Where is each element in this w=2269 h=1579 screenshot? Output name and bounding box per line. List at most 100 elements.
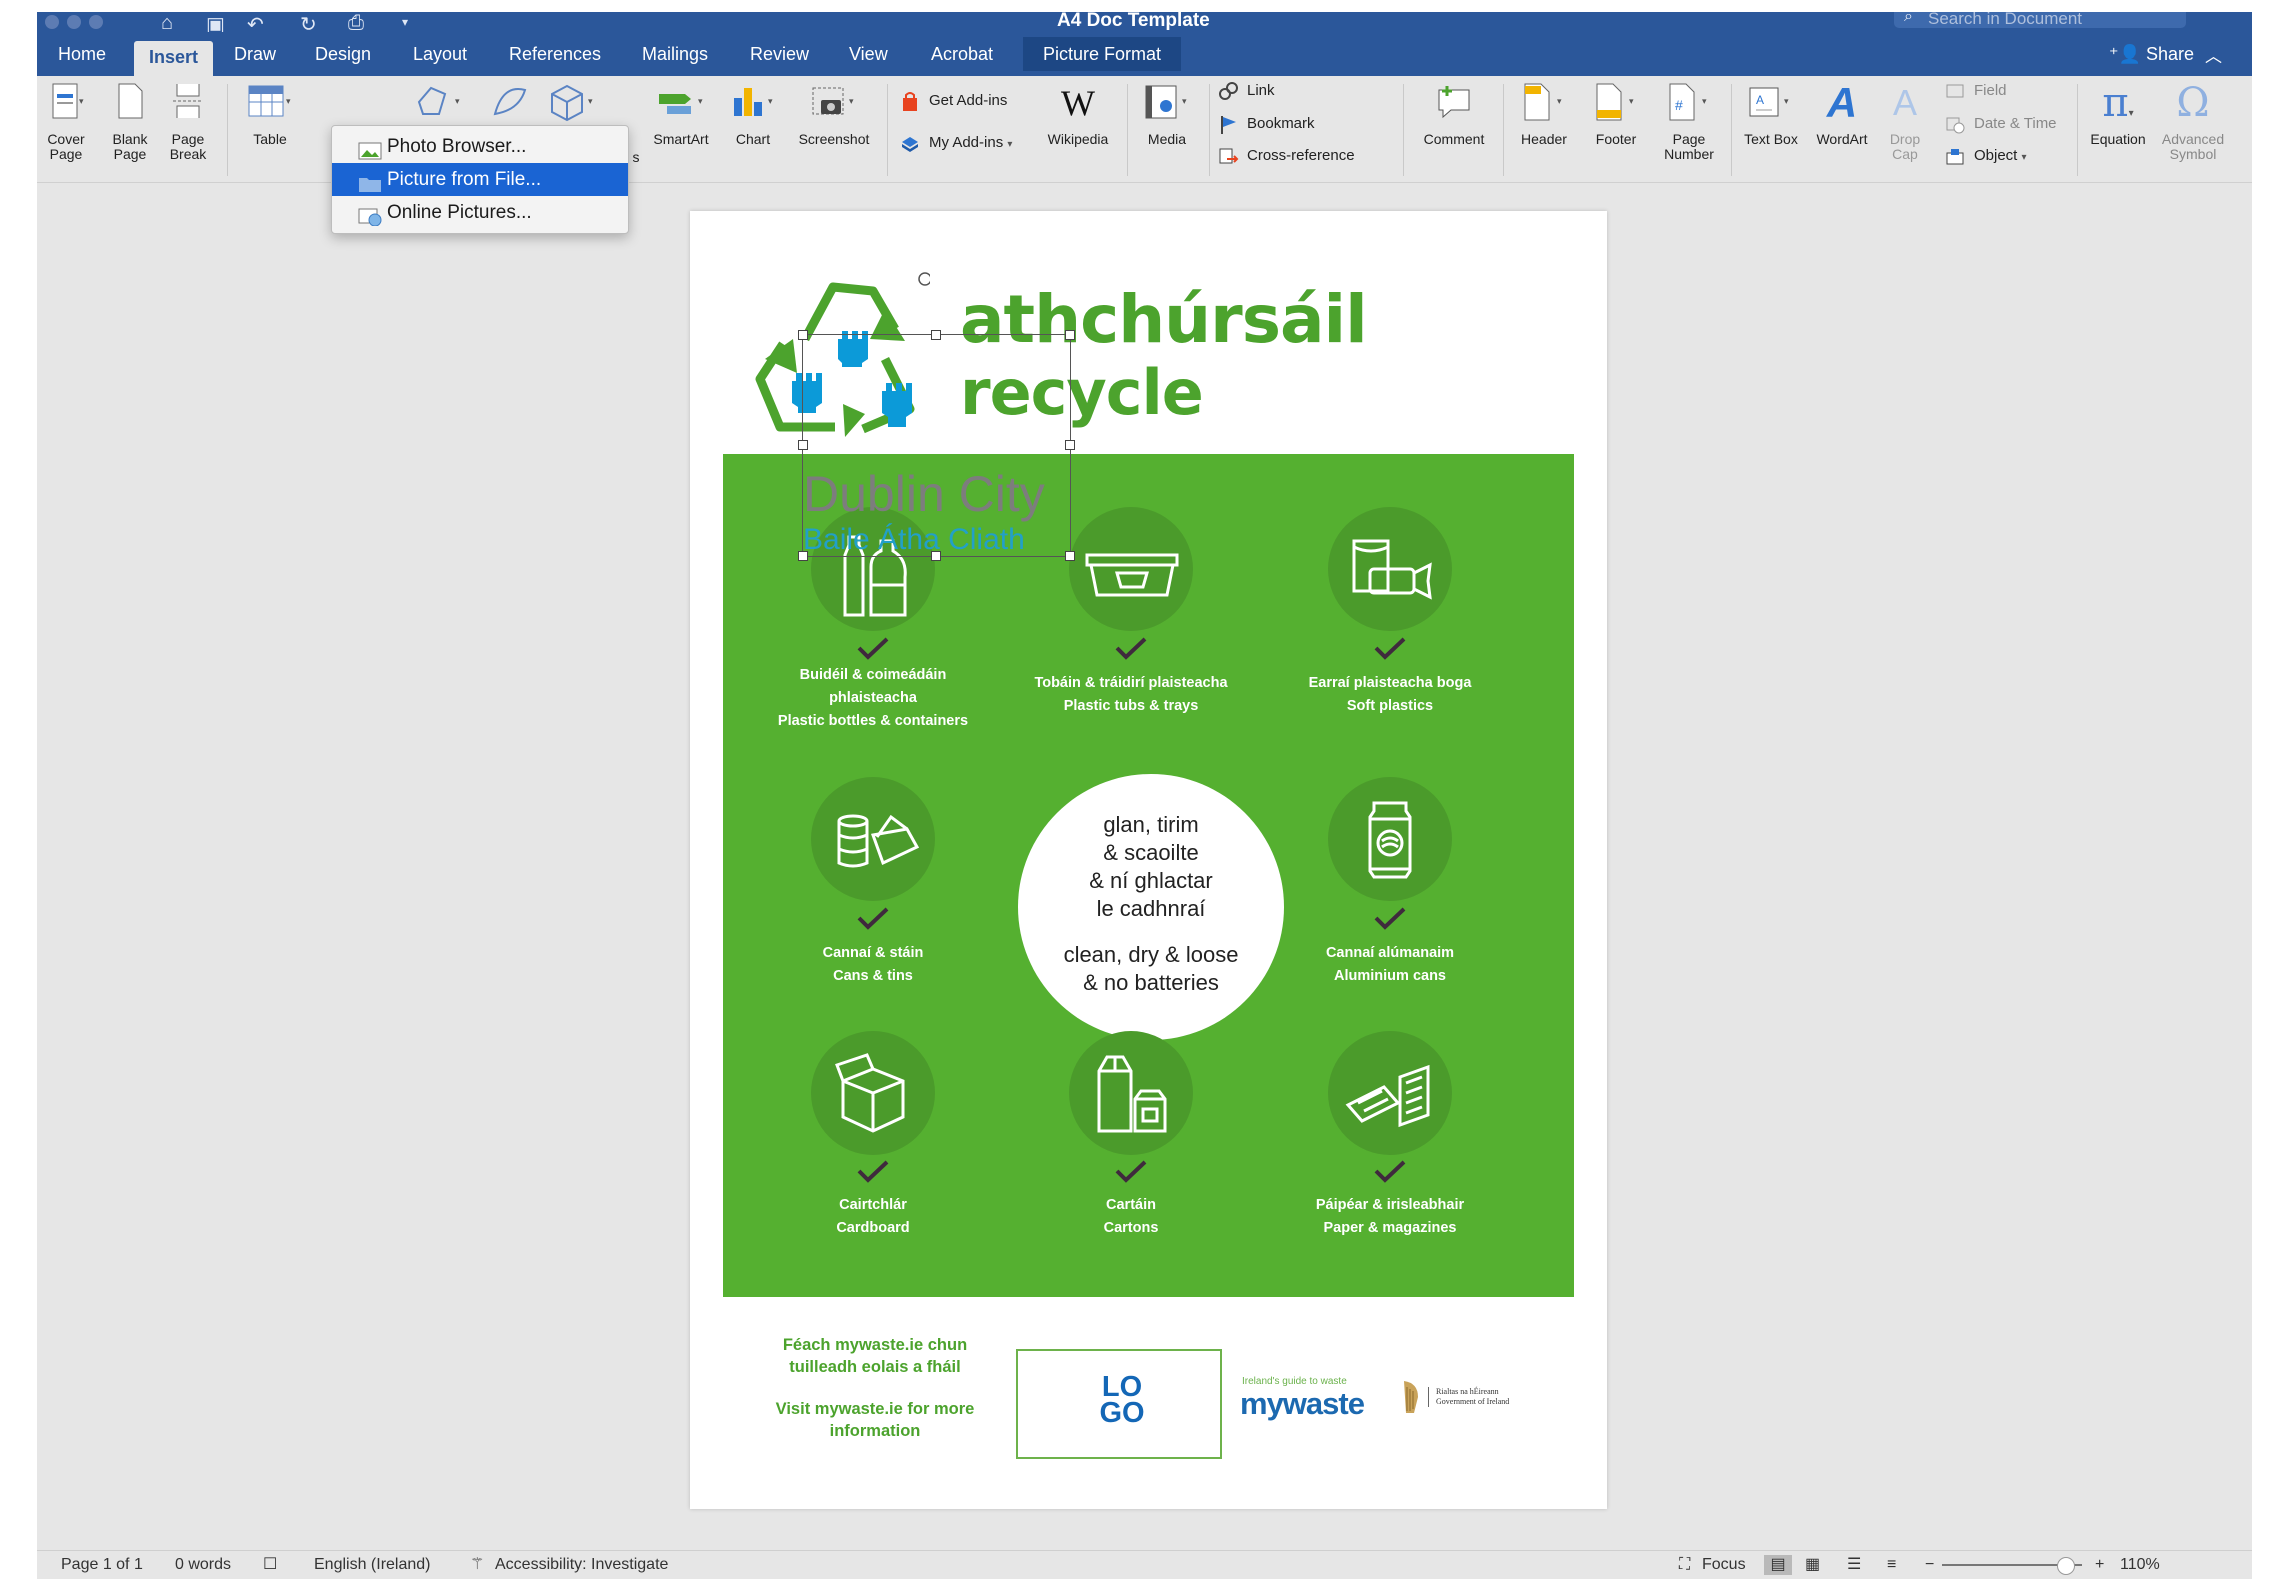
equation-button[interactable]: π▾ Equation (2081, 80, 2155, 147)
outline-view-icon[interactable]: ☰ (1847, 1551, 1861, 1579)
tab-design[interactable]: Design (300, 37, 386, 71)
page-number-button[interactable]: # ▾ Page Number (1655, 80, 1723, 162)
menu-item-picture-from-file[interactable]: Picture from File... (332, 163, 628, 196)
minimize-window-button[interactable] (67, 15, 81, 29)
comment-button[interactable]: Comment (1412, 80, 1496, 147)
svg-text:#: # (1675, 97, 1683, 113)
drop-cap-button[interactable]: A Drop Cap (1881, 80, 1929, 162)
selected-textbox[interactable] (798, 330, 1075, 561)
blank-page-button[interactable]: Blank Page (107, 80, 153, 162)
category-circle (1069, 507, 1193, 631)
word-count[interactable]: 0 words (175, 1551, 231, 1579)
category-circle (1328, 507, 1452, 631)
zoom-in-button[interactable]: + (2095, 1551, 2104, 1579)
cover-page-button[interactable]: ▾ Cover Page (43, 80, 89, 162)
ribbon-separator (1209, 84, 1210, 176)
chart-button[interactable]: ▾ Chart (725, 80, 781, 147)
tab-acrobat[interactable]: Acrobat (916, 37, 1008, 71)
wordart-button[interactable]: A WordArt (1809, 80, 1875, 147)
wikipedia-button[interactable]: W Wikipedia (1041, 80, 1115, 147)
table-icon: ▾ (245, 80, 295, 126)
draft-view-icon[interactable]: ≡ (1887, 1551, 1896, 1579)
field-button[interactable]: Field (1944, 78, 2007, 104)
footer-info: Féach mywaste.ie chun tuilleadh eolais a… (760, 1334, 990, 1442)
tab-draw[interactable]: Draw (219, 37, 291, 71)
header-button[interactable]: ▾ Header (1511, 80, 1577, 147)
tab-insert[interactable]: Insert (134, 41, 214, 76)
screenshot-label: Screenshot (798, 131, 870, 147)
page-number-label: Page Number (1664, 131, 1714, 162)
tab-layout[interactable]: Layout (398, 37, 482, 71)
title-bar: ⌂ ▣ ↶ ↻ ⎙ ▾ A4 Doc Template ⌕ Search in … (37, 12, 2252, 36)
resize-handle[interactable] (1065, 551, 1075, 561)
tab-mailings[interactable]: Mailings (627, 37, 723, 71)
proofing-icon[interactable]: ☐ (263, 1551, 277, 1579)
footer-button[interactable]: ▾ Footer (1583, 80, 1649, 147)
table-button[interactable]: ▾ Table (240, 80, 300, 147)
svg-text:A: A (1756, 93, 1764, 107)
resize-handle[interactable] (798, 551, 808, 561)
tab-references[interactable]: References (494, 37, 616, 71)
accessibility-status[interactable]: Accessibility: Investigate (495, 1551, 668, 1579)
zoom-level[interactable]: 110% (2120, 1551, 2160, 1579)
document-page[interactable]: athchúrsáil recycle Buidéil & coimeádáin… (690, 211, 1607, 1509)
footer-info-english: Visit mywaste.ie for more information (775, 1400, 975, 1440)
tab-view[interactable]: View (834, 37, 903, 71)
object-button[interactable]: Object ▾ (1944, 143, 2027, 169)
zoom-slider-thumb[interactable] (2057, 1557, 2075, 1575)
category-label-irish: Cartáin (1106, 1197, 1156, 1213)
search-input[interactable]: ⌕ Search in Document (1894, 12, 2186, 28)
bookmark-button[interactable]: Bookmark (1217, 111, 1315, 137)
category-label-irish: Cannaí alúmanaim (1325, 945, 1455, 961)
category-circle (1328, 1031, 1452, 1155)
advanced-symbol-button[interactable]: Ω Advanced Symbol (2155, 80, 2231, 162)
focus-button[interactable]: Focus (1702, 1551, 1746, 1579)
drop-cap-icon: A (1892, 82, 1917, 123)
folder-icon (358, 171, 382, 192)
ribbon-separator (1127, 84, 1128, 176)
photo-browser-label: Photo Browser... (387, 136, 527, 157)
smartart-button[interactable]: ▾ SmartArt (645, 80, 717, 147)
zoom-window-button[interactable] (89, 15, 103, 29)
cross-reference-button[interactable]: Cross-reference (1217, 143, 1355, 169)
tab-review[interactable]: Review (735, 37, 824, 71)
language[interactable]: English (Ireland) (314, 1551, 431, 1579)
category-label: Tobáin & tráidirí plaisteacha Plastic tu… (1001, 672, 1261, 718)
focus-icon: ⛶ (1679, 1556, 1691, 1573)
soft-plastics-icon (1352, 539, 1432, 600)
collapse-ribbon-icon[interactable]: ︿ (2205, 42, 2222, 67)
resize-handle[interactable] (1065, 440, 1075, 450)
media-button[interactable]: ▾ Media (1137, 80, 1197, 147)
customize-toolbar-icon[interactable]: ▾ (402, 15, 408, 29)
resize-handle[interactable] (931, 551, 941, 561)
zoom-out-button[interactable]: − (1925, 1551, 1934, 1579)
screenshot-button[interactable]: ▾ Screenshot (791, 80, 877, 147)
tab-home[interactable]: Home (43, 37, 121, 71)
page-count[interactable]: Page 1 of 1 (61, 1551, 143, 1579)
cans-icon (837, 814, 920, 868)
resize-handle[interactable] (931, 330, 941, 340)
chart-icon: ▾ (726, 80, 780, 126)
resize-handle[interactable] (798, 440, 808, 450)
menu-item-online-pictures[interactable]: Online Pictures... (332, 196, 628, 229)
page-break-button[interactable]: Page Break (165, 80, 211, 162)
close-window-button[interactable] (45, 15, 59, 29)
menu-item-photo-browser[interactable]: Photo Browser... (332, 130, 628, 163)
print-layout-view-icon[interactable]: ▤ (1764, 1555, 1792, 1575)
wikipedia-label: Wikipedia (1047, 131, 1109, 147)
logo-placeholder-box[interactable]: LO GO (1016, 1349, 1222, 1459)
get-addins-button[interactable]: Get Add-ins (899, 88, 1007, 114)
text-box-button[interactable]: A ▾ Text Box (1738, 80, 1804, 147)
blank-page-icon (111, 80, 149, 126)
wikipedia-icon: W (1061, 83, 1095, 123)
web-layout-view-icon[interactable]: ▦ (1805, 1551, 1820, 1579)
wordart-icon: A (1826, 79, 1858, 126)
tab-picture-format[interactable]: Picture Format (1023, 37, 1182, 71)
link-button[interactable]: Link (1217, 78, 1275, 104)
resize-handle[interactable] (1065, 330, 1075, 340)
share-button[interactable]: ⁺👤 Share (2109, 44, 2194, 65)
resize-handle[interactable] (798, 330, 808, 340)
my-addins-button[interactable]: My Add-ins ▾ (899, 130, 1012, 156)
date-time-button[interactable]: Date & Time (1944, 111, 2057, 137)
ribbon-separator (2077, 84, 2078, 176)
